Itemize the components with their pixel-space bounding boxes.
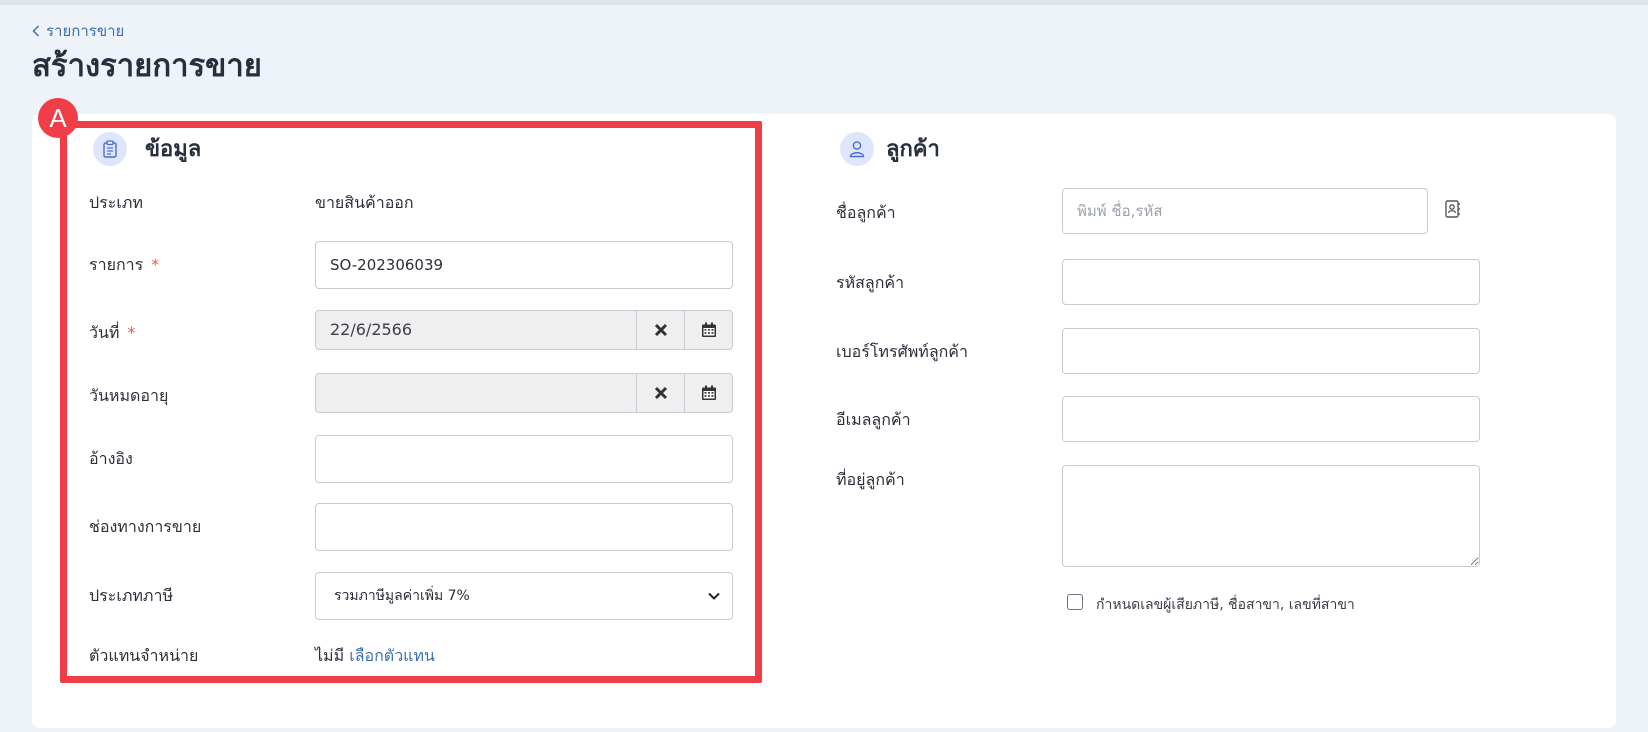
customer-email-input[interactable]: [1062, 396, 1480, 442]
contact-book-icon: [1445, 200, 1460, 218]
customer-code-label: รหัสลูกค้า: [836, 273, 905, 292]
chevron-left-icon: [32, 25, 40, 37]
customer-search-input[interactable]: [1062, 188, 1428, 234]
customer-section-title: ลูกค้า: [886, 137, 940, 162]
customer-address-label: ที่อยู่ลูกค้า: [836, 470, 905, 489]
tax-info-checkbox[interactable]: [1067, 594, 1083, 610]
customer-code-input[interactable]: [1062, 259, 1480, 305]
page-title: สร้างรายการขาย: [32, 48, 262, 84]
user-icon: [840, 131, 874, 166]
tax-info-checkbox-label: กำหนดเลขผู้เสียภาษี, ชื่อสาขา, เลขที่สาข…: [1096, 597, 1355, 613]
customer-name-label: ชื่อลูกค้า: [836, 203, 896, 222]
customer-address-textarea[interactable]: [1062, 465, 1480, 567]
annotation-highlight-box: [60, 121, 762, 683]
customer-section-header: ลูกค้า: [840, 131, 940, 166]
customer-email-label: อีเมลลูกค้า: [836, 410, 911, 429]
top-bar: [0, 0, 1648, 5]
customer-phone-input[interactable]: [1062, 328, 1480, 374]
customer-phone-label: เบอร์โทรศัพท์ลูกค้า: [836, 342, 968, 361]
annotation-badge: A: [38, 98, 78, 138]
contact-book-button[interactable]: [1444, 199, 1462, 223]
